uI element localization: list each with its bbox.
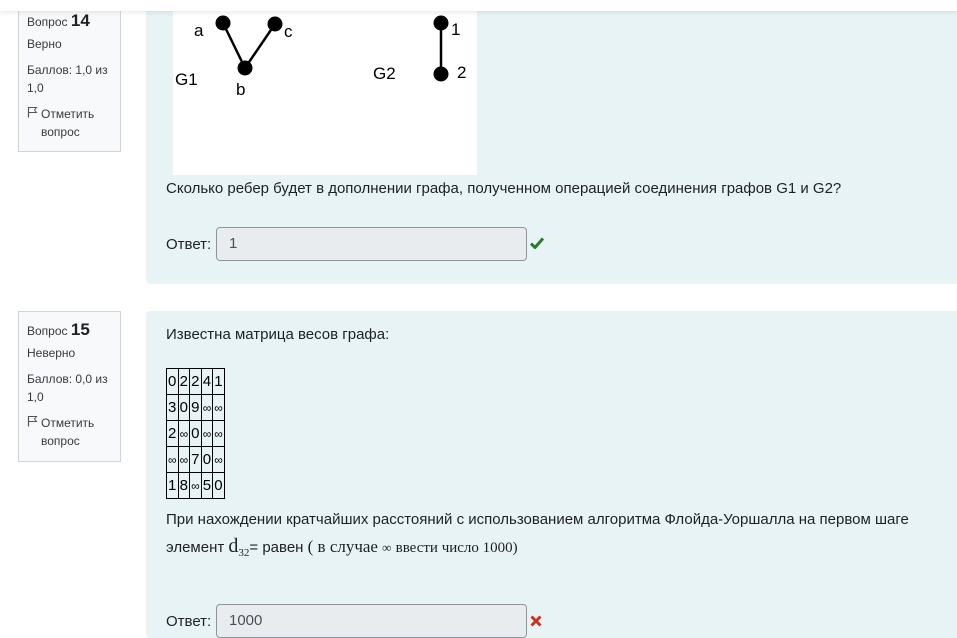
- vertex-1-label: 1: [451, 20, 460, 39]
- matrix-cell: 9: [189, 394, 202, 421]
- vertex-b: [237, 60, 253, 76]
- matrix-row: 2 ∞ 0 ∞ ∞: [166, 420, 225, 447]
- question-state: Неверно: [27, 346, 76, 360]
- answer-input[interactable]: 1000: [216, 604, 527, 638]
- text-rest: ввести число 1000): [395, 540, 518, 556]
- matrix-row: 1 8 ∞ 5 0: [166, 472, 225, 499]
- question-number: Вопрос 15: [27, 320, 112, 340]
- question-number-value: 14: [70, 11, 90, 30]
- matrix-cell: 0: [189, 420, 202, 447]
- matrix-cell: ∞: [177, 446, 191, 473]
- matrix-cell: ∞: [177, 420, 191, 447]
- matrix-cell: 0: [212, 472, 225, 499]
- matrix-cell: ∞: [200, 394, 214, 421]
- vertex-2: [433, 66, 449, 82]
- question-formulation-14: a c b G1 1 2 G2 Сколько ребер будет в до…: [146, 0, 957, 284]
- matrix-cell: 0: [200, 446, 214, 473]
- vertex-c-label: c: [284, 22, 293, 41]
- flag-label[interactable]: Отметить вопрос: [41, 105, 112, 141]
- question-grade: Баллов: 1,0 из 1,0: [27, 63, 108, 95]
- answer-input[interactable]: 1: [216, 227, 527, 261]
- matrix-cell: ∞: [212, 394, 225, 421]
- question-number-value: 15: [70, 320, 90, 339]
- matrix-cell: 1: [166, 472, 179, 499]
- element-index: 32: [238, 547, 250, 559]
- vertex-a: [215, 15, 231, 31]
- graph-image: a c b G1 1 2 G2: [173, 0, 477, 175]
- matrix-cell: 0: [166, 368, 179, 395]
- graph-g1-label: G1: [175, 70, 198, 89]
- matrix-cell: 5: [200, 472, 214, 499]
- question-grade: Баллов: 0,0 из 1,0: [27, 372, 108, 404]
- answer-label: Ответ:: [166, 236, 212, 253]
- matrix-cell: 1: [212, 368, 225, 395]
- flag-icon: [27, 105, 41, 141]
- graph-g2: 1 2 G2: [373, 15, 466, 83]
- question-info-15: Вопрос 15 Неверно Баллов: 0,0 из 1,0 Отм…: [18, 311, 121, 462]
- question-text-line1: При нахождении кратчайших расстояний с и…: [166, 511, 909, 528]
- matrix-cell: ∞: [212, 420, 225, 447]
- flag-question-link[interactable]: Отметить вопрос: [27, 414, 112, 450]
- edge-a-b: [221, 22, 247, 69]
- weight-matrix: 0 2 2 4 1 3 0 9 ∞ ∞ 2 ∞ 0 ∞ ∞ ∞ ∞ 7 0 ∞ 1 8 ∞ 5 0: [166, 368, 225, 499]
- text-infinity: ∞: [382, 540, 392, 555]
- question-info-14: Вопрос 14 Верно Баллов: 1,0 из 1,0 Отмет…: [18, 0, 121, 152]
- graph-g2-label: G2: [373, 64, 396, 83]
- question-number: Вопрос 14: [27, 11, 112, 31]
- flag-question-link[interactable]: Отметить вопрос: [27, 105, 112, 141]
- element-symbol: d: [228, 535, 239, 557]
- question-label: Вопрос: [27, 15, 68, 29]
- matrix-cell: 0: [177, 394, 191, 421]
- question-label: Вопрос: [27, 324, 68, 338]
- matrix-row: 3 0 9 ∞ ∞: [166, 394, 225, 421]
- vertex-a-label: a: [194, 21, 204, 40]
- check-icon: [529, 236, 545, 253]
- question-text: Сколько ребер будет в дополнении графа, …: [166, 180, 842, 197]
- vertex-2-label: 2: [457, 63, 466, 82]
- top-navbar: [0, 0, 957, 11]
- matrix-cell: 7: [189, 446, 202, 473]
- matrix-row: 02241: [166, 368, 225, 395]
- matrix-cell: ∞: [212, 446, 225, 473]
- question-intro: Известна матрица весов графа:: [166, 326, 390, 343]
- matrix-cell: ∞: [166, 446, 179, 473]
- flag-label[interactable]: Отметить вопрос: [41, 414, 112, 450]
- matrix-cell: 8: [177, 472, 191, 499]
- flag-icon: [27, 414, 41, 450]
- question-text: При нахождении кратчайших расстояний с и…: [166, 507, 946, 566]
- question-text-line2: элемент d32= равен ( в случае ∞ ввести ч…: [166, 533, 946, 566]
- matrix-cell: 4: [200, 368, 214, 395]
- graph-g1: a c b G1: [175, 15, 293, 99]
- text-prefix: элемент: [166, 539, 225, 556]
- matrix-cell: 2: [166, 420, 179, 447]
- matrix-cell: 2: [177, 368, 191, 395]
- matrix-cell: ∞: [200, 420, 214, 447]
- text-equals: = равен: [249, 539, 304, 556]
- cross-icon: [530, 614, 542, 631]
- question-state: Верно: [27, 37, 62, 51]
- matrix-row: ∞ ∞ 7 0 ∞: [166, 446, 225, 473]
- question-formulation-15: Известна матрица весов графа: 0 2 2 4 1 3 0 9 ∞ ∞…: [146, 311, 957, 638]
- vertex-b-label: b: [236, 80, 245, 99]
- matrix-cell: 3: [166, 394, 179, 421]
- vertex-c: [267, 16, 283, 32]
- text-paren-open: ( в случае: [307, 537, 378, 556]
- matrix-cell: 2: [189, 368, 202, 395]
- answer-label: Ответ:: [166, 613, 212, 630]
- edge-c-b: [243, 23, 277, 69]
- vertex-1: [433, 15, 449, 31]
- graph-svg: a c b G1 1 2 G2: [175, 15, 466, 99]
- matrix-cell: ∞: [189, 472, 202, 499]
